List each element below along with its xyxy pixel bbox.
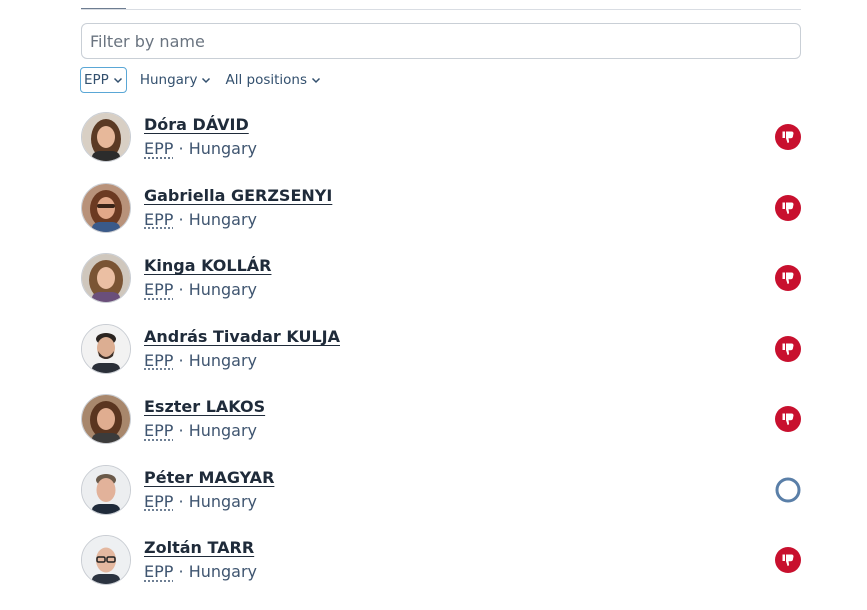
group-filter-label: EPP xyxy=(84,72,109,88)
thumbs-down-icon xyxy=(775,406,801,433)
member-name-link[interactable]: Dóra DÁVID xyxy=(144,115,257,135)
country-filter-dropdown[interactable]: Hungary xyxy=(139,67,213,93)
avatar xyxy=(81,535,131,586)
meta-separator: · xyxy=(178,562,184,582)
member-country: Hungary xyxy=(188,280,258,300)
member-country: Hungary xyxy=(188,139,258,159)
member-list: Dóra DÁVID EPP · Hungary Gabriella GERZS… xyxy=(81,102,801,596)
member-row: Eszter LAKOS EPP · Hungary xyxy=(81,384,801,455)
member-name-link[interactable]: Kinga KOLLÁR xyxy=(144,256,271,276)
member-row: Kinga KOLLÁR EPP · Hungary xyxy=(81,243,801,314)
avatar xyxy=(81,253,131,304)
position-filter-label: All positions xyxy=(225,72,308,88)
chevron-down-icon xyxy=(113,77,122,84)
thumbs-down-icon xyxy=(775,335,801,362)
member-row: Gabriella GERZSENYI EPP · Hungary xyxy=(81,173,801,244)
member-name-link[interactable]: Zoltán TARR xyxy=(144,538,257,558)
member-row: Zoltán TARR EPP · Hungary xyxy=(81,525,801,596)
chevron-down-icon xyxy=(202,77,211,84)
avatar xyxy=(81,112,131,163)
member-country: Hungary xyxy=(188,562,258,582)
avatar xyxy=(81,394,131,445)
thumbs-down-icon xyxy=(775,265,801,292)
member-country: Hungary xyxy=(188,491,258,511)
filter-by-name-input[interactable] xyxy=(81,23,801,59)
political-group: EPP xyxy=(144,421,174,441)
country-filter-label: Hungary xyxy=(139,72,198,88)
political-group: EPP xyxy=(144,209,174,229)
meta-separator: · xyxy=(178,421,184,441)
member-country: Hungary xyxy=(188,350,258,370)
thumbs-down-icon xyxy=(775,124,801,151)
political-group: EPP xyxy=(144,280,174,300)
empty-circle-icon xyxy=(775,477,801,503)
member-name-link[interactable]: Eszter LAKOS xyxy=(144,397,265,417)
meta-separator: · xyxy=(178,139,184,159)
political-group: EPP xyxy=(144,350,174,370)
member-row: Dóra DÁVID EPP · Hungary xyxy=(81,102,801,173)
thumbs-down-icon xyxy=(775,194,801,221)
avatar xyxy=(81,464,131,515)
meta-separator: · xyxy=(178,491,184,511)
member-row: András Tivadar KULJA EPP · Hungary xyxy=(81,314,801,385)
avatar xyxy=(81,182,131,233)
member-row: Péter MAGYAR EPP · Hungary xyxy=(81,455,801,526)
tab-divider xyxy=(81,9,801,10)
political-group: EPP xyxy=(144,562,174,582)
group-filter-dropdown[interactable]: EPP xyxy=(80,67,127,93)
meta-separator: · xyxy=(178,350,184,370)
thumbs-down-icon xyxy=(775,547,801,574)
member-name-link[interactable]: András Tivadar KULJA xyxy=(144,327,340,347)
chevron-down-icon xyxy=(311,77,321,84)
member-country: Hungary xyxy=(188,209,258,229)
member-name-link[interactable]: Péter MAGYAR xyxy=(144,468,274,488)
meta-separator: · xyxy=(178,209,184,229)
meta-separator: · xyxy=(178,280,184,300)
political-group: EPP xyxy=(144,139,174,159)
position-filter-dropdown[interactable]: All positions xyxy=(224,67,322,93)
filter-bar: EPP Hungary All positions xyxy=(80,66,322,94)
avatar xyxy=(81,323,131,374)
member-country: Hungary xyxy=(188,421,258,441)
political-group: EPP xyxy=(144,491,174,511)
member-name-link[interactable]: Gabriella GERZSENYI xyxy=(144,186,332,206)
